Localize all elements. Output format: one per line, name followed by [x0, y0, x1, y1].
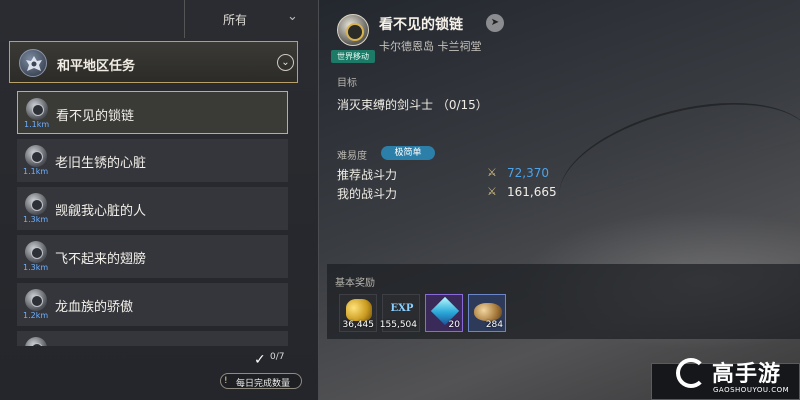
- region-emblem-icon: [19, 49, 47, 77]
- difficulty-badge: 极简单: [381, 146, 435, 160]
- quest-marker-icon: [25, 337, 47, 346]
- background-dragon-wing: [545, 79, 800, 201]
- reward-gold[interactable]: 36,445: [339, 294, 377, 332]
- goal-label: 目标: [337, 78, 357, 89]
- quest-name: 老旧生锈的心脏: [55, 156, 147, 171]
- reward-qty: 36,445: [342, 320, 375, 330]
- quest-distance: 1.1km: [23, 167, 49, 176]
- reward-exp[interactable]: EXP 155,504: [379, 294, 420, 332]
- my-power-label: 我的战斗力: [337, 187, 398, 201]
- quest-item-3[interactable]: 1.3km 觊觎我心脏的人: [17, 187, 288, 230]
- quest-item-4[interactable]: 1.3km 飞不起来的翅膀: [17, 235, 288, 278]
- quest-detail-panel: 世界移动 看不见的锁链 ➤ 卡尔德恩岛 卡兰祠堂 目标 消灭束缚的剑斗士 （0/…: [319, 0, 800, 400]
- my-power-row: 我的战斗力 ⚔ 161,665: [337, 185, 557, 201]
- reward-qty: 155,504: [379, 320, 417, 330]
- watermark-logo-icon: [676, 358, 706, 388]
- quest-title: 看不见的锁链: [379, 17, 463, 33]
- crossed-swords-icon: ⚔: [487, 185, 497, 198]
- quest-marker-icon: [25, 289, 47, 311]
- difficulty-label: 难易度: [337, 151, 367, 162]
- quest-item-2[interactable]: 1.1km 老旧生锈的心脏: [17, 139, 288, 182]
- reward-label: 基本奖励: [335, 278, 375, 289]
- reward-qty: 284: [485, 320, 503, 330]
- quest-name: 龙血族的骄傲: [55, 300, 134, 315]
- world-move-tag: 世界移动: [331, 50, 375, 63]
- quest-marker-icon: [25, 145, 47, 167]
- filter-label: 所有: [223, 13, 248, 27]
- recommended-power-row: 推荐战斗力 ⚔ 72,370: [337, 166, 557, 182]
- quest-distance: 1.2km: [23, 311, 49, 320]
- quest-marker-icon: [26, 98, 48, 120]
- gold-coins-icon: [346, 299, 372, 321]
- recommended-power-label: 推荐战斗力: [337, 168, 398, 182]
- region-title: 和平地区任务: [57, 59, 136, 74]
- reward-panel: 基本奖励 36,445 EXP 155,504 20 284: [327, 264, 800, 339]
- daily-count: 0/7: [270, 352, 285, 362]
- checkmark-icon: ✓: [254, 352, 266, 368]
- navigate-icon[interactable]: ➤: [486, 14, 504, 32]
- quest-type-emblem-icon: [337, 14, 369, 46]
- chevron-down-icon: ⌄: [287, 9, 298, 24]
- quest-distance: 1.1km: [24, 120, 50, 129]
- reward-ore[interactable]: 284: [468, 294, 506, 332]
- quest-distance: 1.3km: [23, 215, 49, 224]
- quest-location: 卡尔德恩岛 卡兰祠堂: [379, 40, 482, 53]
- quest-item-1[interactable]: 1.1km 看不见的锁链: [17, 91, 288, 134]
- quest-distance: 1.3km: [23, 263, 49, 272]
- filter-dropdown[interactable]: 所有 ⌄: [184, 0, 318, 38]
- quest-name: 看不见的锁链: [56, 109, 135, 124]
- ore-icon: [474, 303, 502, 321]
- quest-name: 觊觎我心脏的人: [55, 204, 147, 219]
- daily-completion: ✓ 0/7 ! 每日完成数量: [220, 352, 302, 392]
- watermark-text: 高手游: [712, 362, 782, 387]
- quest-item-5[interactable]: 1.2km 龙血族的骄傲: [17, 283, 288, 326]
- daily-label-box[interactable]: ! 每日完成数量: [220, 373, 302, 389]
- info-icon: !: [224, 376, 228, 386]
- watermark-url: GAOSHOUYOU.COM: [713, 386, 790, 394]
- collapse-toggle-icon[interactable]: ⌄: [277, 54, 294, 71]
- quest-marker-icon: [25, 193, 47, 215]
- quest-marker-icon: [25, 241, 47, 263]
- quest-name: 飞不起来的翅膀: [55, 252, 147, 267]
- daily-label: 每日完成数量: [236, 379, 291, 389]
- goal-text: 消灭束缚的剑斗士 （0/15）: [337, 98, 488, 112]
- crossed-swords-icon: ⚔: [487, 166, 497, 179]
- region-header[interactable]: 和平地区任务 ⌄: [9, 41, 298, 83]
- recommended-power-value: 72,370: [507, 166, 549, 180]
- my-power-value: 161,665: [507, 185, 557, 199]
- quest-list: 1.1km 看不见的锁链 1.1km 老旧生锈的心脏 1.3km 觊觎我心脏的人…: [17, 90, 289, 346]
- quest-list-panel: 所有 ⌄ 和平地区任务 ⌄ 1.1km 看不见的锁链 1.1km 老旧生锈的心脏…: [0, 0, 318, 400]
- quest-item-partial[interactable]: [17, 331, 288, 346]
- reward-qty: 20: [448, 320, 460, 330]
- reward-crystal[interactable]: 20: [425, 294, 463, 332]
- exp-icon: EXP: [390, 303, 414, 314]
